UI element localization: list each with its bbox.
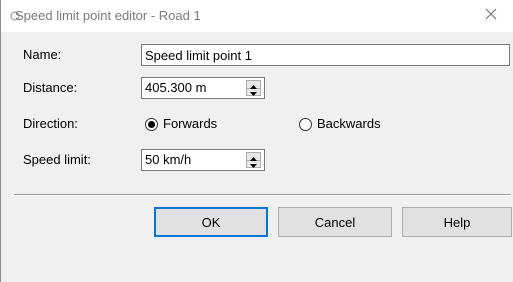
cancel-button[interactable]: Cancel (278, 207, 392, 237)
arrow-down-icon (250, 155, 257, 173)
backwards-radio[interactable] (299, 118, 312, 131)
help-button-label: Help (443, 214, 471, 230)
separator (14, 194, 511, 196)
speed-limit-spinner[interactable] (246, 152, 261, 168)
help-button[interactable]: Help (402, 207, 512, 237)
ok-button[interactable]: OK (154, 207, 268, 237)
title-bar[interactable]: Speed limit point editor - Road 1 (1, 0, 513, 32)
distance-spinner[interactable] (246, 80, 261, 96)
ok-button-label: OK (201, 214, 221, 230)
name-label: Name: (23, 47, 62, 62)
distance-value: 405.300 m (145, 80, 207, 95)
dialog-body: Name: Distance: 405.300 m Direction: (1, 32, 513, 282)
direction-label: Direction: (23, 116, 78, 131)
forwards-radio[interactable] (145, 118, 158, 131)
window-title: Speed limit point editor - Road 1 (15, 8, 201, 23)
cancel-button-label: Cancel (314, 214, 356, 230)
name-field[interactable] (141, 44, 510, 66)
distance-decrement-button[interactable] (247, 88, 260, 96)
speed-limit-value: 50 km/h (145, 152, 192, 167)
close-button[interactable] (468, 0, 513, 32)
radio-selected-dot (148, 121, 155, 128)
close-icon (485, 7, 497, 25)
speed-limit-dialog: Speed limit point editor - Road 1 Name: … (0, 0, 513, 282)
arrow-down-icon (250, 83, 257, 101)
distance-label: Distance: (23, 80, 78, 95)
speed-limit-decrement-button[interactable] (247, 160, 260, 168)
backwards-radio-label[interactable]: Backwards (317, 116, 381, 131)
forwards-radio-label[interactable]: Forwards (163, 116, 217, 131)
speed-limit-field[interactable]: 50 km/h (141, 149, 265, 171)
distance-field[interactable]: 405.300 m (141, 77, 265, 99)
speed-limit-label: Speed limit: (23, 152, 91, 167)
